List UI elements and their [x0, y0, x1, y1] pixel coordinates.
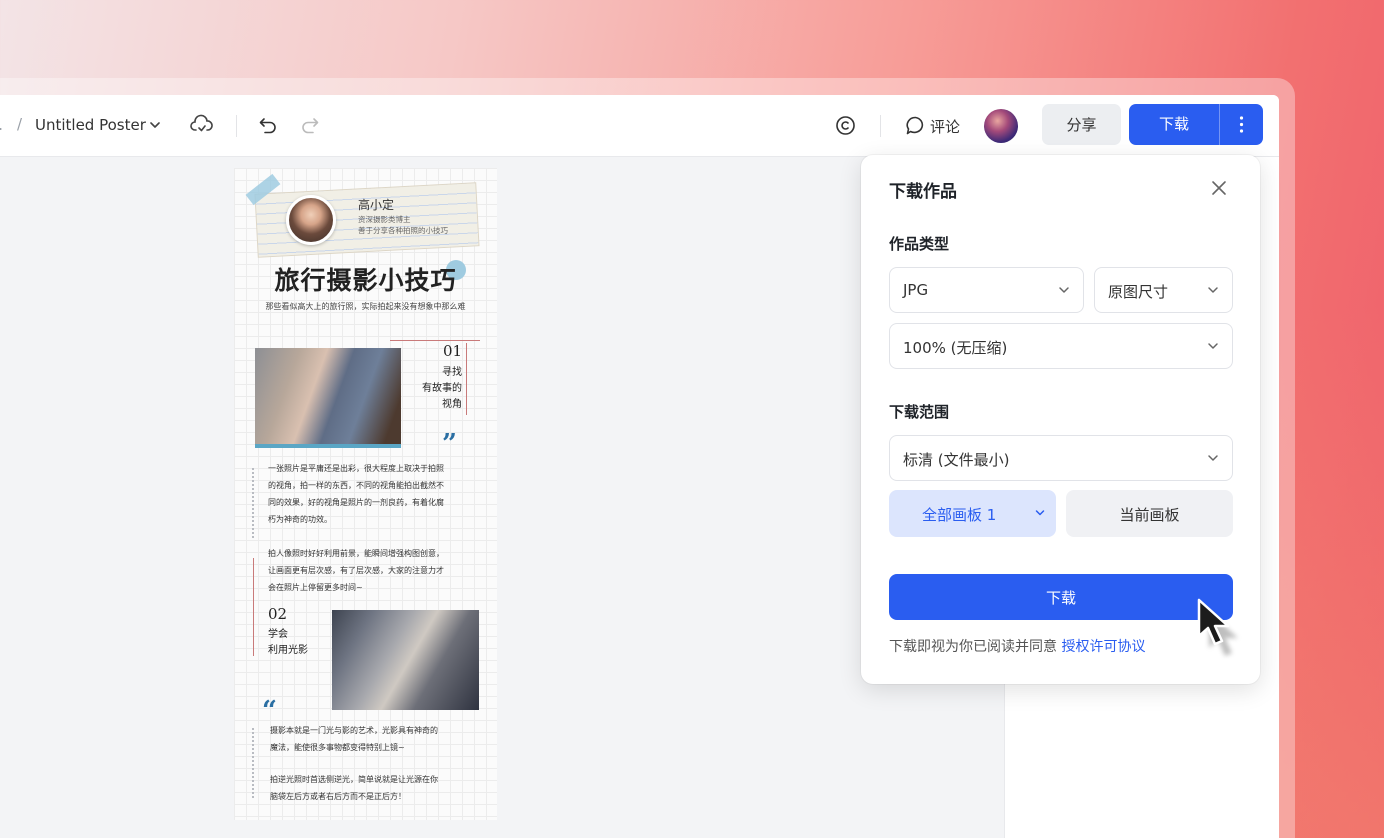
confirm-download-label: 下载	[1045, 589, 1076, 607]
quality-value: 100% (无压缩)	[903, 339, 1008, 357]
caption-line: 寻找	[442, 367, 462, 378]
section-caption-2: 学会 利用光影	[268, 627, 328, 659]
chevron-down-icon	[1208, 287, 1218, 293]
agreement-text: 下载即视为你已阅读并同意	[889, 639, 1057, 655]
share-button[interactable]: 分享	[1042, 104, 1121, 145]
resolution-value: 标清 (文件最小)	[903, 451, 1010, 469]
poster-title: 旅行摄影小技巧	[274, 266, 457, 295]
comment-icon[interactable]	[905, 115, 926, 136]
confirm-download-button[interactable]: 下载	[889, 574, 1233, 620]
red-guide-line	[390, 340, 480, 341]
user-avatar[interactable]	[984, 109, 1018, 143]
author-photo	[286, 195, 336, 245]
text-line: 拍逆光照时首选侧逆光，简单说就是让光源在你	[270, 775, 438, 784]
red-guide-line	[253, 558, 254, 656]
caption-line: 学会	[268, 629, 288, 640]
paragraph-1: 一张照片是平庸还是出彩，很大程度上取决于拍照 的视角，拍一样的东西，不同的视角能…	[268, 460, 488, 528]
text-line: 脑袋左后方或者右后方而不是正后方！	[270, 792, 406, 801]
poster-subtitle: 那些看似高大上的旅行照，实际拍起来没有想象中那么难	[265, 302, 466, 311]
copyright-icon[interactable]	[835, 115, 856, 136]
download-button[interactable]: 下载	[1129, 104, 1263, 145]
toolbar-divider	[880, 115, 881, 137]
document-title[interactable]: Untitled Poster	[35, 116, 146, 134]
comment-label[interactable]: 评论	[930, 116, 960, 137]
red-guide-line	[466, 343, 467, 415]
popup-title: 下载作品	[889, 182, 957, 202]
current-board-button[interactable]: 当前画板	[1066, 490, 1233, 537]
text-line: 让画面更有层次感，有了层次感，大家的注意力才	[268, 566, 444, 575]
paragraph-2: 拍人像照时好好利用前景，能瞬间增强构图创意， 让画面更有层次感，有了层次感，大家…	[268, 545, 488, 596]
chevron-down-icon[interactable]	[149, 119, 161, 131]
author-description-2: 善于分享各种拍照的小技巧	[358, 226, 448, 235]
author-name: 高小定	[358, 198, 395, 212]
caption-line: 有故事的	[422, 383, 462, 394]
paragraph-4: 拍逆光照时首选侧逆光，简单说就是让光源在你 脑袋左后方或者右后方而不是正后方！	[270, 771, 490, 805]
redo-icon[interactable]	[300, 115, 320, 135]
chevron-down-icon	[1208, 455, 1218, 461]
text-line: 同的效果，好的视角是照片的一剂良药，有着化腐	[268, 498, 444, 507]
text-line: 会在照片上停留更多时间~	[268, 583, 363, 592]
download-button-label[interactable]: 下载	[1129, 104, 1219, 145]
text-line: 魔法，能使很多事物都变得特别上镜~	[270, 743, 405, 752]
breadcrumb-prefix[interactable]: .	[0, 115, 3, 134]
breadcrumb-separator: /	[17, 115, 23, 133]
agreement-notice: 下载即视为你已阅读并同意 授权许可协议	[889, 636, 1145, 656]
license-agreement-link[interactable]: 授权许可协议	[1061, 639, 1145, 655]
text-line: 拍人像照时好好利用前景，能瞬间增强构图创意，	[268, 549, 444, 558]
text-line: 的视角，拍一样的东西，不同的视角能拍出截然不	[268, 481, 444, 490]
section-caption-1: 寻找 有故事的 视角	[404, 365, 462, 413]
text-line: 摄影本就是一门光与影的艺术，光影具有神奇的	[270, 726, 438, 735]
open-quote-mark: “	[262, 696, 277, 726]
mouse-cursor-icon	[1197, 598, 1238, 656]
all-boards-button[interactable]: 全部画板 1	[889, 490, 1056, 537]
close-icon[interactable]	[1210, 179, 1228, 197]
resolution-select[interactable]: 标清 (文件最小)	[889, 435, 1233, 481]
format-value: JPG	[903, 281, 929, 299]
paragraph-3: 摄影本就是一门光与影的艺术，光影具有神奇的 魔法，能使很多事物都变得特别上镜~	[270, 722, 490, 756]
couple-hug-photo	[255, 348, 401, 448]
text-line: 朽为神奇的功效。	[268, 515, 332, 524]
file-type-section-label: 作品类型	[889, 235, 950, 253]
poster-canvas[interactable]: 高小定 资深摄影类博主 善于分享各种拍照的小技巧 旅行摄影小技巧 那些看似高大上…	[234, 168, 497, 820]
undo-icon[interactable]	[258, 115, 278, 135]
chevron-down-icon	[1035, 510, 1045, 516]
dotted-guide	[252, 728, 254, 798]
dotted-guide	[252, 468, 254, 538]
section-number-2: 02	[268, 605, 288, 623]
quality-select[interactable]: 100% (无压缩)	[889, 323, 1233, 369]
all-boards-label: 全部画板 1	[922, 506, 997, 524]
top-toolbar: . / Untitled Poster 评论 分享 下载	[0, 95, 1279, 157]
chevron-down-icon	[1208, 343, 1218, 349]
caption-line: 视角	[442, 399, 462, 410]
section-number-1: 01	[443, 342, 463, 360]
toolbar-divider	[236, 115, 237, 137]
download-range-section-label: 下载范围	[889, 403, 950, 421]
size-select[interactable]: 原图尺寸	[1094, 267, 1233, 313]
close-quote-mark: ”	[442, 429, 457, 459]
size-value: 原图尺寸	[1108, 283, 1169, 301]
current-board-label: 当前画板	[1119, 506, 1180, 524]
more-vertical-icon[interactable]	[1220, 104, 1263, 145]
cloud-sync-icon[interactable]	[190, 114, 213, 136]
text-line: 一张照片是平庸还是出彩，很大程度上取决于拍照	[268, 464, 444, 473]
caption-line: 利用光影	[268, 645, 308, 656]
couple-street-photo	[332, 610, 479, 710]
author-description-1: 资深摄影类博主	[358, 215, 411, 224]
format-select[interactable]: JPG	[889, 267, 1084, 313]
chevron-down-icon	[1059, 287, 1069, 293]
